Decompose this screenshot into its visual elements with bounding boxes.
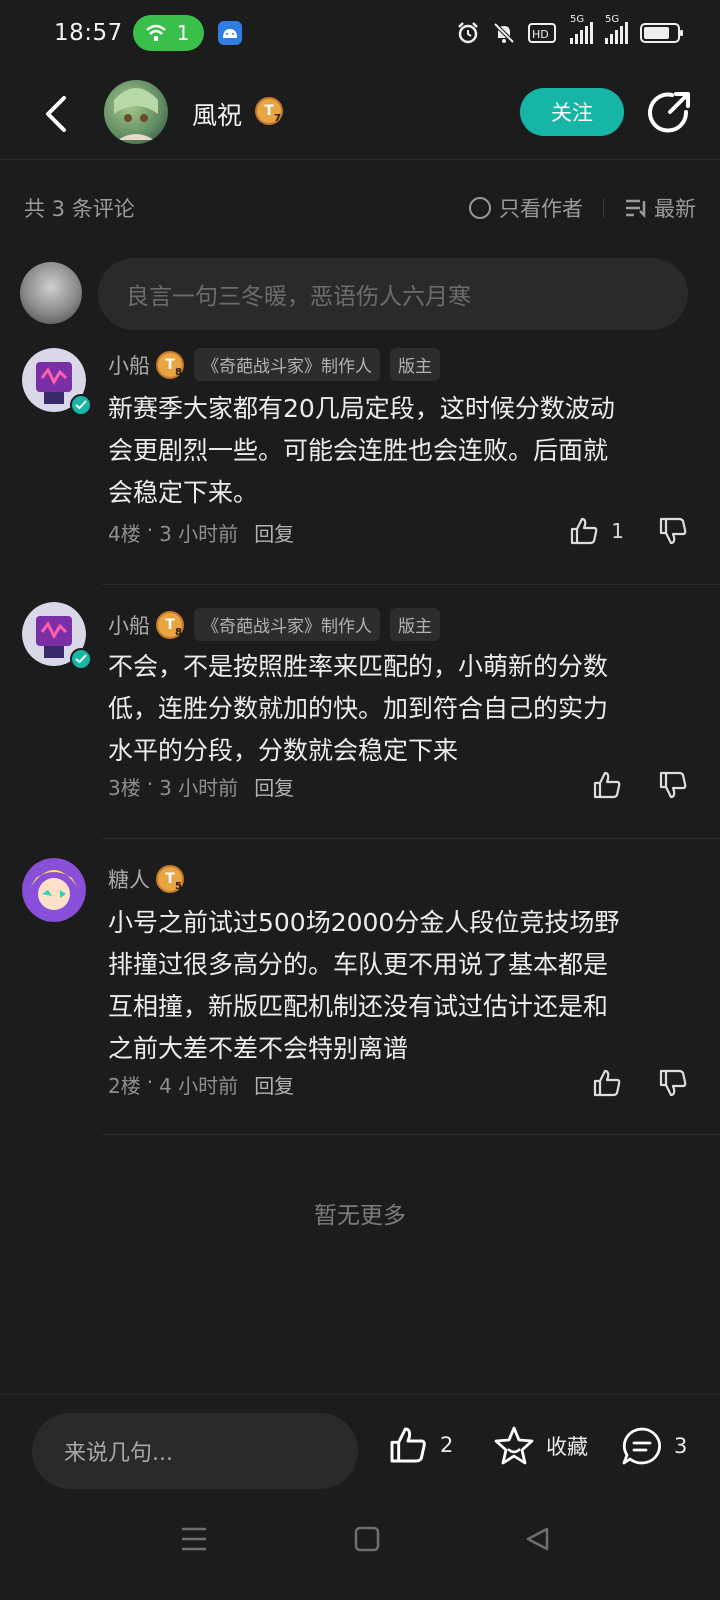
like-button[interactable]: 2 — [386, 1425, 453, 1465]
mute-icon — [493, 22, 515, 44]
comment-time: 3 小时前 — [159, 776, 239, 800]
commenter-avatar[interactable] — [22, 602, 92, 670]
level-badge: T8 — [156, 350, 184, 379]
no-more-text: 暂无更多 — [314, 1203, 406, 1229]
role-tag: 《奇葩战斗家》制作人 — [194, 608, 380, 641]
hotspot-indicator: 1 — [132, 15, 204, 51]
reply-button[interactable]: 回复 — [254, 518, 294, 547]
thumbs-down-icon[interactable] — [656, 768, 690, 802]
level-badge: T8 — [156, 610, 184, 639]
comment-text: 不会，不是按照胜率来匹配的，小萌新的分数 低，连胜分数就加的快。加到符合自己的实… — [108, 652, 609, 765]
comment-meta: 3楼 · 3 小时前 回复 — [108, 772, 295, 801]
level-badge: T7 — [255, 97, 283, 125]
chat-bubble-icon — [622, 1427, 661, 1465]
clock: 18:57 — [54, 20, 123, 46]
author-avatar[interactable] — [104, 80, 168, 144]
back-icon[interactable] — [524, 1526, 550, 1552]
thumbs-up-icon[interactable] — [590, 1066, 624, 1100]
battery-icon — [640, 23, 683, 43]
status-icons: HD 5G 5G — [456, 14, 683, 45]
comment-item: 小船 T8 《奇葩战斗家》制作人 版主 不会，不是按照胜率来匹配的，小萌新的分数… — [0, 600, 720, 830]
quick-comment-input[interactable]: 来说几句... — [32, 1413, 358, 1489]
like-count: 2 — [440, 1433, 454, 1457]
role-tag: 《奇葩战斗家》制作人 — [194, 348, 380, 381]
commenter-name[interactable]: 糖人 — [108, 864, 150, 894]
thumbs-down-icon[interactable] — [656, 514, 690, 548]
thumbs-up-icon — [390, 1427, 426, 1463]
signal-icon: 5G — [570, 14, 593, 44]
sort-button[interactable]: 最新 — [624, 193, 696, 223]
moderator-tag: 版主 — [390, 608, 440, 641]
my-avatar[interactable] — [20, 262, 82, 324]
radio-icon — [469, 197, 491, 219]
hd-icon: HD — [528, 23, 556, 43]
comment-item: 小船 T8 《奇葩战斗家》制作人 版主 新赛季大家都有20几局定段，这时候分数波… — [0, 346, 720, 576]
thumbs-down-icon[interactable] — [656, 1066, 690, 1100]
menu-icon[interactable] — [180, 1526, 208, 1552]
comment-count: 共 3 条评论 — [24, 197, 135, 221]
author-only-label: 只看作者 — [499, 197, 583, 221]
commenter-avatar[interactable] — [22, 348, 92, 416]
comment-meta: 4楼 · 3 小时前 回复 — [108, 518, 295, 547]
follow-button[interactable]: 关注 — [520, 88, 624, 136]
comment-actions — [590, 768, 690, 802]
comment-item: 糖人 T5 小号之前试过500场2000分金人段位竞技场野 排撞过很多高分的。车… — [0, 856, 720, 1124]
thumbs-up-icon[interactable] — [567, 514, 601, 548]
sort-icon — [626, 199, 646, 219]
floor-number: 3楼 — [108, 776, 141, 800]
comment-divider — [102, 1134, 720, 1135]
floor-number: 4楼 — [108, 522, 141, 546]
level-badge: T5 — [156, 865, 184, 893]
verified-icon — [70, 648, 92, 670]
verified-icon — [70, 394, 92, 416]
alarm-icon — [458, 22, 478, 44]
home-icon[interactable] — [354, 1526, 380, 1552]
share-icon[interactable] — [646, 90, 692, 136]
system-navigation — [0, 1500, 720, 1600]
comment-input[interactable]: 良言一句三冬暖，恶语伤人六月寒 — [98, 258, 688, 330]
comment-toolbar: 共 3 条评论 只看作者 最新 — [0, 182, 720, 234]
divider — [603, 198, 604, 218]
wifi-icon — [145, 24, 166, 41]
comments-button[interactable]: 3 — [620, 1425, 687, 1467]
comment-actions — [590, 1066, 690, 1100]
page-title: 風祝 — [192, 101, 243, 130]
comment-time: 3 小时前 — [159, 522, 239, 546]
comment-meta: 2楼 · 4 小时前 回复 — [108, 1070, 295, 1099]
hotspot-count: 1 — [176, 21, 190, 45]
thumbs-up-icon[interactable] — [590, 768, 624, 802]
android-icon — [217, 21, 242, 45]
comment-header: 小船 T8 《奇葩战斗家》制作人 版主 — [108, 348, 440, 381]
commenter-name[interactable]: 小船 — [108, 610, 150, 640]
signal-icon-2: 5G — [605, 14, 628, 44]
comment-divider — [102, 838, 720, 839]
author-only-toggle[interactable]: 只看作者 — [469, 193, 583, 223]
star-icon — [494, 1426, 534, 1465]
favorite-label: 收藏 — [546, 1435, 588, 1459]
comment-text: 小号之前试过500场2000分金人段位竞技场野 排撞过很多高分的。车队更不用说了… — [108, 908, 620, 1063]
comment-divider — [102, 584, 720, 585]
comment-composer: 良言一句三冬暖，恶语伤人六月寒 — [0, 258, 720, 334]
bottom-action-bar: 来说几句... 2 收藏 3 — [0, 1394, 720, 1494]
reply-button[interactable]: 回复 — [254, 772, 294, 801]
comment-header: 糖人 T5 — [108, 864, 184, 894]
top-nav: 風祝 T7 关注 — [0, 70, 720, 160]
comment-header: 小船 T8 《奇葩战斗家》制作人 版主 — [108, 608, 440, 641]
comment-total: 3 — [674, 1434, 688, 1458]
floor-number: 2楼 — [108, 1074, 141, 1098]
back-arrow-icon[interactable] — [36, 92, 76, 136]
moderator-tag: 版主 — [390, 348, 440, 381]
reply-button[interactable]: 回复 — [254, 1070, 294, 1099]
commenter-avatar[interactable] — [22, 858, 86, 922]
sort-label: 最新 — [654, 197, 696, 221]
status-bar: 18:57 1 HD 5G 5G — [0, 0, 720, 66]
comment-text: 新赛季大家都有20几局定段，这时候分数波动 会更剧烈一些。可能会连胜也会连败。后… — [108, 394, 615, 507]
favorite-button[interactable]: 收藏 — [492, 1425, 588, 1467]
commenter-name[interactable]: 小船 — [108, 350, 150, 380]
comment-actions: 1 — [567, 514, 690, 548]
like-count: 1 — [611, 519, 624, 543]
svg-text:HD: HD — [532, 28, 549, 41]
comment-time: 4 小时前 — [159, 1074, 239, 1098]
